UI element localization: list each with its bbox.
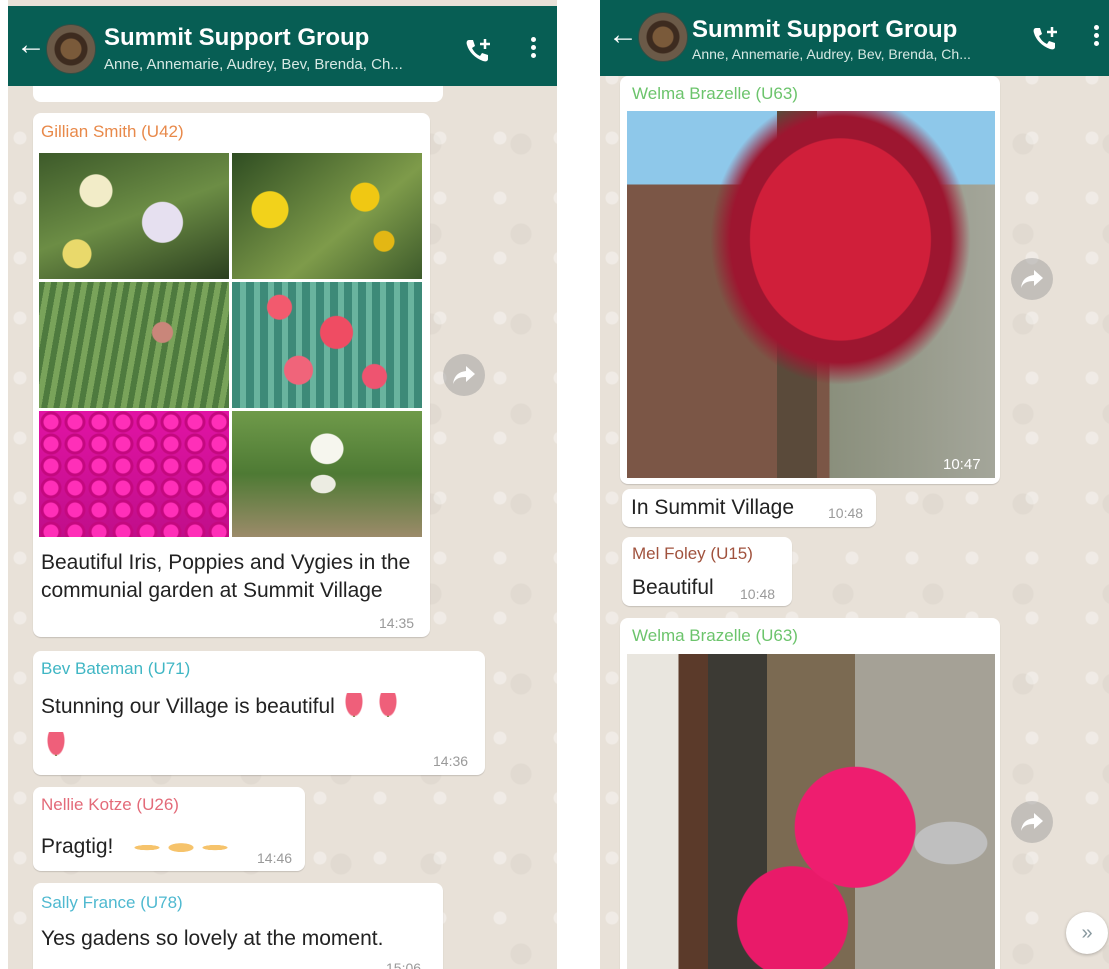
message-text-content: Stunning our Village is beautiful xyxy=(41,695,335,718)
avatar[interactable] xyxy=(638,12,688,62)
chat-title[interactable]: Summit Support Group xyxy=(692,16,957,44)
partial-message xyxy=(33,84,443,102)
chat-header: ← Summit Support Group Anne, Annemarie, … xyxy=(8,6,557,86)
photo-iris-white[interactable] xyxy=(39,153,229,279)
chat-panel-left: Gillian Smith (U42) Beautiful Iris, Popp… xyxy=(8,0,557,969)
tulip-icon xyxy=(344,693,363,717)
sender-name: Welma Brazelle (U63) xyxy=(632,84,798,103)
more-vert-icon[interactable] xyxy=(1090,22,1102,52)
scroll-down-icon[interactable]: » xyxy=(1066,912,1108,954)
forward-icon xyxy=(1021,813,1043,831)
more-vert-icon[interactable] xyxy=(527,34,539,64)
chat-title[interactable]: Summit Support Group xyxy=(104,24,369,52)
forward-button[interactable] xyxy=(1011,801,1053,843)
chat-participants[interactable]: Anne, Annemarie, Audrey, Bev, Brenda, Ch… xyxy=(104,56,403,73)
message-time: 14:46 xyxy=(257,850,293,866)
photo-vygies[interactable] xyxy=(39,411,229,537)
forward-icon xyxy=(453,366,475,384)
tulip-icon xyxy=(378,693,397,717)
chat-participants[interactable]: Anne, Annemarie, Audrey, Bev, Brenda, Ch… xyxy=(692,46,971,62)
sender-name: Sally France (U78) xyxy=(41,893,183,912)
sender-name: Welma Brazelle (U63) xyxy=(632,626,798,645)
photo-iris-yellow[interactable] xyxy=(232,153,422,279)
forward-button[interactable] xyxy=(443,354,485,396)
back-arrow-icon[interactable]: ← xyxy=(608,20,638,50)
chat-panel-right: Welma Brazelle (U63) 10:47 In Summit Vil… xyxy=(600,0,1109,969)
message-text: Pragtig! xyxy=(41,835,114,858)
add-call-icon[interactable] xyxy=(463,36,493,66)
back-arrow-icon[interactable]: ← xyxy=(16,30,46,60)
add-call-icon[interactable] xyxy=(1030,24,1060,54)
photo-iris-white-single[interactable] xyxy=(232,411,422,537)
message-text: Stunning our Village is beautiful xyxy=(41,693,461,721)
message-time: 15:06 xyxy=(386,960,422,969)
photo-bougainvillea[interactable] xyxy=(627,654,995,969)
photo-time: 10:47 xyxy=(943,456,981,473)
message-text: In Summit Village xyxy=(631,496,795,519)
sender-name: Nellie Kotze (U26) xyxy=(41,795,179,814)
sender-name: Mel Foley (U15) xyxy=(632,544,753,563)
sender-name: Bev Bateman (U71) xyxy=(41,659,191,678)
message-time: 14:36 xyxy=(433,753,469,769)
clapping-hands-icon xyxy=(131,830,231,862)
photo-iris-leaves[interactable] xyxy=(39,282,229,408)
message-time: 10:48 xyxy=(740,586,776,602)
photo-bottlebrush-tree[interactable] xyxy=(627,111,995,478)
message-caption: Beautiful Iris, Poppies and Vygies in th… xyxy=(41,551,411,602)
forward-icon xyxy=(1021,270,1043,288)
sender-name: Gillian Smith (U42) xyxy=(41,122,184,141)
chat-header: ← Summit Support Group Anne, Annemarie, … xyxy=(600,0,1109,76)
forward-button[interactable] xyxy=(1011,258,1053,300)
message-time: 14:35 xyxy=(379,615,415,631)
message-time: 10:48 xyxy=(828,505,864,521)
tulip-icon xyxy=(47,732,65,756)
avatar[interactable] xyxy=(46,24,96,74)
message-text: Yes gadens so lovely at the moment. xyxy=(41,927,384,950)
message-text: Beautiful xyxy=(632,576,714,599)
photo-poppies[interactable] xyxy=(232,282,422,408)
